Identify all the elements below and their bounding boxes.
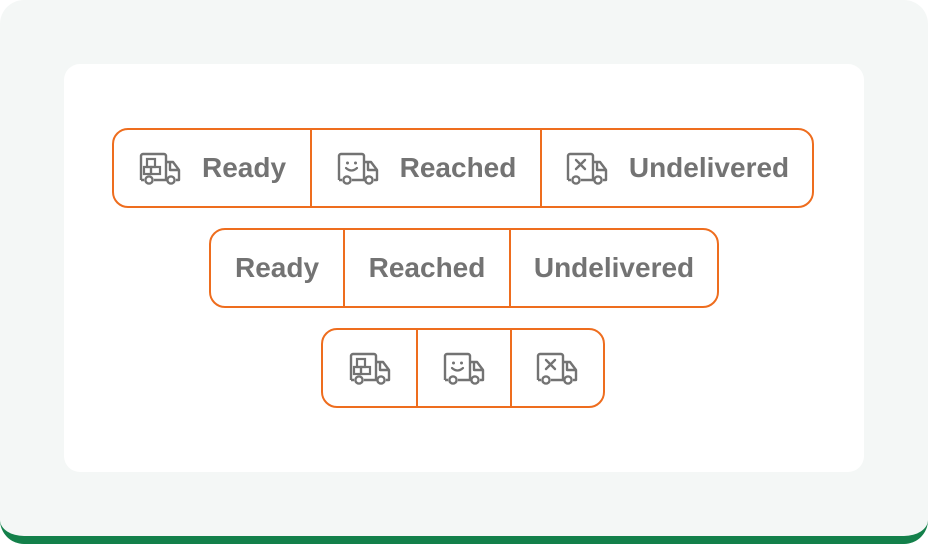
segmented-control-icon-label: Ready Reached Undelivered [112,128,814,208]
segment-ready[interactable]: Ready [114,130,310,206]
segment-label: Ready [201,152,287,183]
segment-undelivered[interactable]: Undelivered [509,230,717,306]
truck-x-icon [565,150,609,186]
segment-undelivered[interactable] [509,330,603,406]
segment-label: Undelivered [533,252,695,283]
truck-x-icon [535,350,579,386]
segment-undelivered[interactable]: Undelivered [540,130,812,206]
segmented-control-label-only: Ready Reached Undelivered [209,228,719,308]
truck-boxes-icon [348,350,392,386]
segment-label: Ready [234,252,320,283]
segment-ready[interactable] [323,330,416,406]
segment-reached[interactable] [416,330,509,406]
truck-smile-icon [442,350,486,386]
segment-label: Undelivered [628,152,790,183]
segment-ready[interactable]: Ready [211,230,343,306]
segmented-control-icon-only [321,328,605,408]
page-frame: Ready Reached Undelivered Ready Reached … [0,0,928,544]
truck-smile-icon [336,150,380,186]
segment-reached[interactable]: Reached [310,130,540,206]
demo-card: Ready Reached Undelivered Ready Reached … [64,64,864,472]
segment-reached[interactable]: Reached [343,230,509,306]
segment-label: Reached [399,152,517,183]
segment-label: Reached [368,252,486,283]
truck-boxes-icon [138,150,182,186]
